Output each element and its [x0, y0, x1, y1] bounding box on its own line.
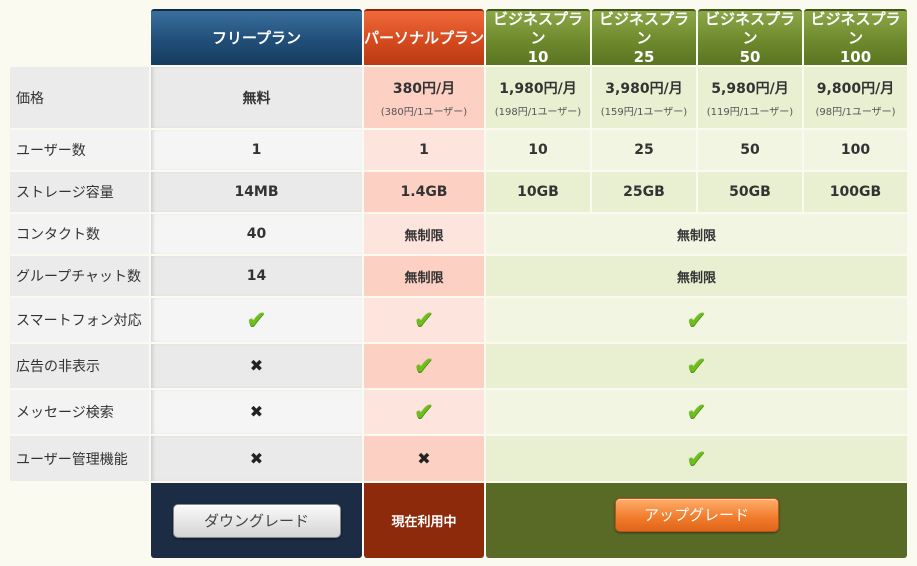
cross-icon: ✖: [249, 402, 264, 421]
cell-contacts-personal: 無制限: [364, 214, 484, 254]
header-business-10: ビジネスプラン 10: [486, 9, 590, 66]
current-plan-label: 現在利用中: [391, 515, 457, 530]
plan-comparison-table: フリープラン パーソナルプラン ビジネスプラン 10 ビジネスプラン 25 ビジネス…: [0, 0, 917, 566]
cell-users-free: 1: [151, 130, 362, 170]
cell-user-admin-business: ✔: [486, 436, 907, 481]
cell-storage-b50: 50GB: [698, 172, 802, 212]
cell-users-b100: 100: [804, 130, 907, 170]
check-icon: ✔: [686, 352, 707, 380]
check-icon: ✔: [246, 306, 267, 334]
cell-user-admin-free: ✖: [151, 436, 362, 481]
header-business-50: ビジネスプラン 50: [698, 9, 802, 66]
cell-users-b50: 50: [698, 130, 802, 170]
check-icon: ✔: [686, 306, 707, 334]
cell-storage-b100: 100GB: [804, 172, 907, 212]
header-free-plan: フリープラン: [151, 9, 362, 65]
cross-icon: ✖: [249, 448, 264, 468]
cell-message-search-personal: ✔: [364, 390, 484, 434]
cell-smartphone-free: ✔: [151, 298, 362, 342]
downgrade-button[interactable]: ダウングレード: [172, 503, 341, 538]
footer-free: ダウングレード: [151, 483, 362, 558]
header-personal-plan: パーソナルプラン: [364, 9, 484, 65]
footer-personal: 現在利用中: [364, 483, 484, 558]
check-icon: ✔: [413, 306, 435, 334]
cell-storage-personal: 1.4GB: [364, 172, 484, 212]
upgrade-button[interactable]: アップグレード: [614, 497, 779, 532]
header-business-100: ビジネスプラン 100: [804, 9, 907, 66]
cell-user-admin-personal: ✖: [364, 436, 484, 481]
cell-price-b25: 3,980円/月 (159円/1ユーザー): [592, 67, 696, 128]
row-label-contacts: コンタクト数: [10, 214, 149, 254]
row-label-price: 価格: [10, 67, 149, 128]
cell-price-personal: 380円/月 (380円/1ユーザー): [364, 67, 484, 128]
cell-hide-ads-personal: ✔: [364, 344, 484, 388]
cell-price-free: 無料: [151, 67, 362, 128]
check-icon: ✔: [686, 398, 707, 426]
cross-icon: ✖: [249, 356, 264, 375]
cell-price-b50: 5,980円/月 (119円/1ユーザー): [698, 67, 802, 128]
cross-icon: ✖: [417, 448, 431, 468]
cell-price-b100: 9,800円/月 (98円/1ユーザー): [804, 67, 907, 128]
cell-group-chat-personal: 無制限: [364, 256, 484, 296]
cell-storage-b25: 25GB: [592, 172, 696, 212]
check-icon: ✔: [686, 444, 707, 473]
row-label-storage: ストレージ容量: [10, 172, 149, 212]
header-business-25: ビジネスプラン 25: [592, 9, 696, 66]
cell-smartphone-personal: ✔: [364, 298, 484, 342]
footer-business: アップグレード: [486, 483, 907, 558]
cell-hide-ads-free: ✖: [151, 344, 362, 388]
row-label-user-admin: ユーザー管理機能: [10, 436, 149, 481]
check-icon: ✔: [413, 352, 435, 380]
cell-message-search-business: ✔: [486, 390, 907, 434]
cell-users-b25: 25: [592, 130, 696, 170]
row-label-hide-ads: 広告の非表示: [10, 344, 149, 388]
cell-hide-ads-business: ✔: [486, 344, 907, 388]
cell-smartphone-business: ✔: [486, 298, 907, 342]
cell-group-chat-business: 無制限: [486, 256, 907, 296]
row-label-message-search: メッセージ検索: [10, 390, 149, 434]
cell-users-b10: 10: [486, 130, 590, 170]
cell-message-search-free: ✖: [151, 390, 362, 434]
row-label-users: ユーザー数: [10, 130, 149, 170]
cell-price-b10: 1,980円/月 (198円/1ユーザー): [486, 67, 590, 128]
cell-users-personal: 1: [364, 130, 484, 170]
check-icon: ✔: [413, 398, 435, 426]
cell-group-chat-free: 14: [151, 256, 362, 296]
row-label-group-chat: グループチャット数: [10, 256, 149, 296]
row-label-smartphone: スマートフォン対応: [10, 298, 149, 342]
cell-storage-b10: 10GB: [486, 172, 590, 212]
cell-storage-free: 14MB: [151, 172, 362, 212]
cell-contacts-free: 40: [151, 214, 362, 254]
cell-contacts-business: 無制限: [486, 214, 907, 254]
